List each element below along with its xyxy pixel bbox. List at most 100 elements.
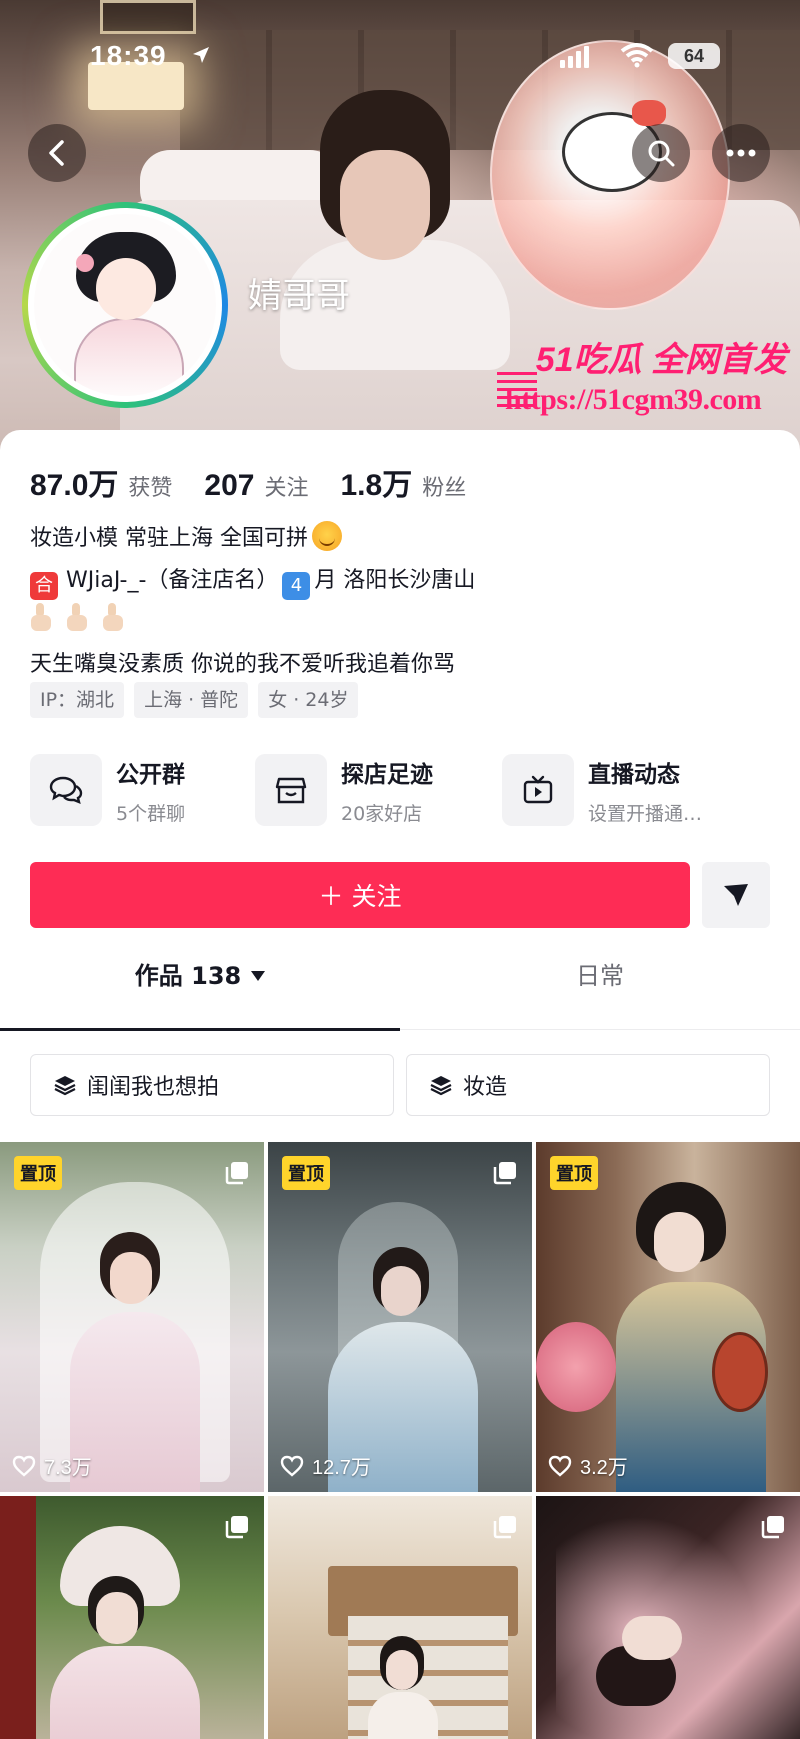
pinned-badge: 置顶	[14, 1156, 62, 1190]
post-thumbnail[interactable]	[0, 1496, 264, 1739]
stat-likes-label: 获赞	[128, 476, 173, 501]
hand-emoji-icon	[102, 603, 124, 633]
watermark-line2: https://51cgm39.com	[505, 383, 762, 416]
stat-likes-value: 87.0万	[30, 469, 119, 502]
feature-live-updates[interactable]: 直播动态 设置开播通…	[502, 752, 702, 828]
post-likes-count: 7.3万	[44, 1457, 92, 1479]
pinned-badge: 置顶	[550, 1156, 598, 1190]
bio-badge-he: 合	[30, 572, 58, 600]
post-thumbnail[interactable]	[536, 1496, 800, 1739]
tv-icon	[502, 754, 574, 826]
profile-card: 87.0万 获赞 207 关注 1.8万 粉丝 妆造小模 常驻上海 全国可拼 合…	[0, 430, 800, 1739]
follow-button[interactable]: ＋ 关注	[30, 862, 690, 928]
profile-stats: 87.0万 获赞 207 关注 1.8万 粉丝	[30, 460, 498, 504]
multi-image-icon	[761, 1516, 784, 1539]
tag-location: 上海 · 普陀	[134, 682, 249, 718]
multi-image-icon	[493, 1162, 516, 1185]
bio-line-3	[30, 602, 475, 644]
post-figure-face	[110, 1252, 152, 1304]
tag-ip: IP：湖北	[30, 682, 125, 718]
multi-image-icon	[225, 1162, 248, 1185]
back-button[interactable]	[28, 124, 86, 182]
post-figure-dress	[368, 1692, 438, 1739]
heart-icon	[12, 1455, 36, 1477]
send-arrow-icon	[724, 884, 748, 906]
more-options-button[interactable]	[712, 124, 770, 182]
avatar[interactable]	[22, 202, 228, 408]
post-figure-pipa	[712, 1332, 768, 1412]
post-figure-face	[96, 1592, 138, 1644]
posts-grid: 置顶 7.3万 置顶 12.7万 置顶 3.2万	[0, 1142, 800, 1739]
post-figure-pillar	[0, 1496, 36, 1739]
heart-icon	[548, 1455, 572, 1477]
hand-emoji-icon	[30, 603, 52, 633]
search-button[interactable]	[632, 124, 690, 182]
hand-emoji-icon	[66, 603, 88, 633]
share-button[interactable]	[702, 862, 770, 928]
stat-following-label: 关注	[264, 476, 309, 501]
heart-icon	[280, 1455, 304, 1477]
watermark: 51吃瓜 全网首发 https://51cgm39.com	[497, 332, 795, 417]
feature-store-visits-title: 探店足迹	[341, 761, 433, 788]
more-dots-icon	[726, 149, 756, 157]
layers-icon	[430, 1076, 452, 1096]
post-likes-count: 12.7万	[312, 1457, 371, 1479]
bio-line-2: 合 WJiaJ-_-（备注店名） 4 月 洛阳长沙唐山	[30, 560, 475, 602]
cellular-signal-icon	[560, 46, 589, 68]
tab-daily[interactable]: 日常	[400, 956, 800, 1030]
feature-shortcuts: 公开群 5个群聊 探店足迹 20家好店 直播动态 设置开播通…	[30, 752, 770, 828]
chat-bubbles-icon	[30, 754, 102, 826]
feature-live-updates-sub: 设置开播通…	[588, 802, 703, 825]
stat-following[interactable]: 207 关注	[204, 469, 308, 503]
store-icon	[255, 754, 327, 826]
wifi-icon	[620, 43, 654, 68]
post-figure-face	[386, 1650, 418, 1690]
post-figure-face	[381, 1266, 421, 1316]
status-bar: 18:39 64	[0, 38, 800, 78]
post-thumbnail[interactable]: 置顶 7.3万	[0, 1142, 264, 1492]
stat-following-value: 207	[204, 469, 255, 502]
multi-image-icon	[225, 1516, 248, 1539]
post-likes: 7.3万	[12, 1451, 92, 1480]
bio-line-2-text-a: WJiaJ-_-（备注店名）	[66, 568, 279, 593]
post-likes: 12.7万	[280, 1451, 371, 1480]
profile-tags: IP：湖北 上海 · 普陀 女 · 24岁	[30, 682, 359, 718]
tab-works-label: 作品 138	[134, 962, 242, 990]
profile-bio[interactable]: 妆造小模 常驻上海 全国可拼 合 WJiaJ-_-（备注店名） 4 月 洛阳长沙唐山 …	[30, 518, 475, 686]
feature-live-updates-title: 直播动态	[588, 761, 680, 788]
bio-number-badge: 4	[282, 572, 311, 600]
post-thumbnail[interactable]: 置顶 3.2万	[536, 1142, 800, 1492]
collection-item-1-label: 闺闺我也想拍	[87, 1075, 220, 1100]
collection-item-1[interactable]: 闺闺我也想拍	[30, 1054, 394, 1116]
status-time: 18:39	[90, 40, 167, 71]
location-arrow-icon	[193, 47, 209, 63]
post-thumbnail[interactable]	[268, 1496, 532, 1739]
pinned-badge: 置顶	[282, 1156, 330, 1190]
bio-line-1: 妆造小模 常驻上海 全国可拼	[30, 518, 475, 560]
cover-picture-frame	[100, 0, 196, 34]
stat-likes[interactable]: 87.0万 获赞	[30, 460, 172, 504]
chevron-left-icon	[49, 140, 64, 166]
stat-followers-label: 粉丝	[422, 476, 467, 501]
post-likes-count: 3.2万	[580, 1457, 628, 1479]
layers-icon	[54, 1076, 76, 1096]
feature-public-group[interactable]: 公开群 5个群聊	[30, 752, 185, 828]
feature-public-group-sub: 5个群聊	[116, 802, 186, 825]
feature-store-visits[interactable]: 探店足迹 20家好店	[255, 752, 433, 828]
stat-followers-value: 1.8万	[340, 469, 413, 502]
cover-balloon	[490, 40, 730, 310]
battery-indicator: 64	[668, 43, 720, 69]
tag-gender-age: 女 · 24岁	[258, 682, 359, 718]
feature-store-visits-sub: 20家好店	[341, 802, 423, 825]
stat-followers[interactable]: 1.8万 粉丝	[340, 460, 466, 504]
bio-line-4: 天生嘴臭没素质 你说的我不爱听我追着你骂	[30, 652, 455, 677]
collection-item-2[interactable]: 妆造	[406, 1054, 770, 1116]
post-likes: 3.2万	[548, 1451, 628, 1480]
post-figure-dress	[50, 1646, 200, 1739]
bio-line-2-text-b: 月 洛阳长沙唐山	[314, 568, 476, 593]
tab-works[interactable]: 作品 138	[0, 956, 400, 1030]
post-figure-flowers	[536, 1322, 616, 1412]
active-tab-indicator	[0, 1028, 400, 1031]
watermark-line1: 51吃瓜 全网首发	[535, 341, 787, 379]
post-thumbnail[interactable]: 置顶 12.7万	[268, 1142, 532, 1492]
